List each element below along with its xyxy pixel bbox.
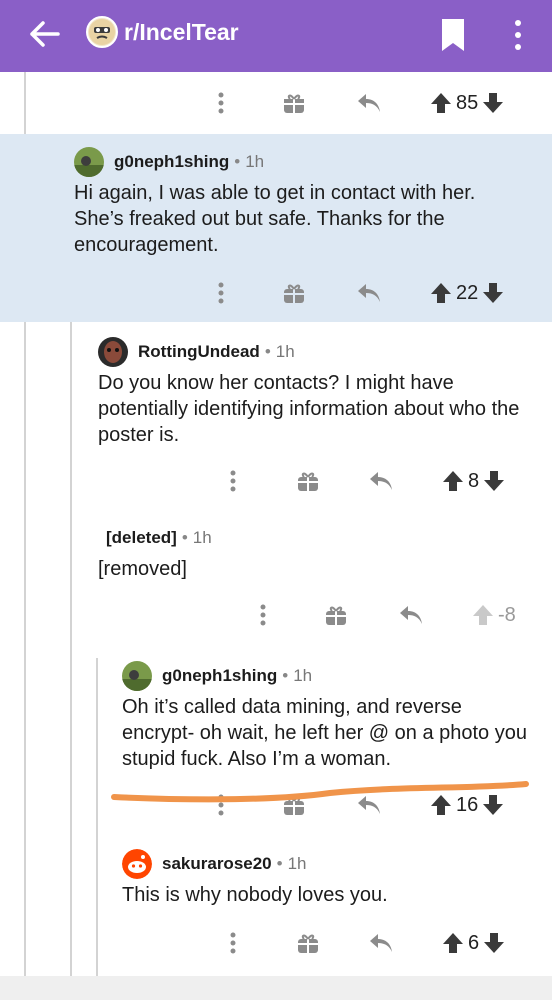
vote-controls: 85 bbox=[430, 88, 504, 118]
separator: • bbox=[234, 152, 241, 171]
avatar[interactable] bbox=[122, 661, 152, 691]
thread-line bbox=[24, 322, 26, 976]
comment-actions: 6 bbox=[0, 928, 552, 958]
gift-icon[interactable] bbox=[296, 466, 320, 496]
username[interactable]: g0neph1shing bbox=[162, 666, 277, 686]
downvote-icon[interactable] bbox=[482, 281, 504, 305]
upvote-icon[interactable] bbox=[430, 793, 452, 817]
comment-header: g0neph1shing • 1h bbox=[122, 660, 312, 692]
vote-score: 16 bbox=[456, 793, 479, 816]
upvote-icon[interactable] bbox=[442, 469, 464, 493]
upvote-icon[interactable] bbox=[430, 281, 452, 305]
comment-actions: 16 bbox=[0, 790, 552, 820]
downvote-icon[interactable] bbox=[483, 469, 505, 493]
comment-body: This is why nobody loves you. bbox=[122, 884, 388, 906]
vote-score: -8 bbox=[498, 603, 516, 626]
vote-score: 6 bbox=[468, 931, 480, 954]
comment-header: g0neph1shing • 1h bbox=[74, 146, 264, 178]
vote-score: 22 bbox=[456, 281, 479, 304]
reply-icon[interactable] bbox=[398, 600, 424, 630]
more-dots-icon[interactable] bbox=[214, 790, 228, 820]
more-dots-icon[interactable] bbox=[256, 600, 270, 630]
comment-body: Hi again, I was able to get in contact w… bbox=[74, 182, 476, 256]
upvote-icon[interactable] bbox=[442, 931, 464, 955]
vote-controls: 16 bbox=[430, 790, 504, 820]
comment-body: [removed] bbox=[98, 558, 187, 580]
comment-actions: -8 bbox=[0, 600, 552, 630]
bookmark-icon[interactable] bbox=[436, 16, 470, 54]
gift-icon[interactable] bbox=[282, 790, 306, 820]
comment-header: [deleted] • 1h bbox=[106, 522, 212, 554]
more-vertical-icon[interactable] bbox=[506, 14, 530, 56]
timestamp: 1h bbox=[245, 152, 265, 171]
more-dots-icon[interactable] bbox=[226, 928, 240, 958]
separator: • bbox=[282, 666, 289, 685]
downvote-icon[interactable] bbox=[482, 91, 504, 115]
downvote-icon[interactable] bbox=[482, 793, 504, 817]
reply-icon[interactable] bbox=[368, 928, 394, 958]
vote-controls: 8 bbox=[442, 466, 505, 496]
reply-icon[interactable] bbox=[356, 278, 382, 308]
vote-controls: 22 bbox=[430, 278, 504, 308]
gift-icon[interactable] bbox=[282, 88, 306, 118]
timestamp: 1h bbox=[293, 666, 313, 685]
app-bar: r/IncelTear bbox=[0, 0, 552, 72]
gift-icon[interactable] bbox=[324, 600, 348, 630]
timestamp: 1h bbox=[275, 342, 295, 361]
comment-body: Oh it’s called data mining, and reverse … bbox=[122, 696, 527, 770]
separator: • bbox=[181, 528, 188, 547]
downvote-icon[interactable] bbox=[483, 931, 505, 955]
more-dots-icon[interactable] bbox=[214, 278, 228, 308]
reply-icon[interactable] bbox=[356, 790, 382, 820]
vote-score: 85 bbox=[456, 91, 479, 114]
username[interactable]: RottingUndead bbox=[138, 342, 260, 362]
username: [deleted] bbox=[106, 528, 177, 547]
bottom-bar bbox=[0, 976, 552, 1000]
upvote-icon[interactable] bbox=[430, 91, 452, 115]
reply-icon[interactable] bbox=[368, 466, 394, 496]
timestamp: 1h bbox=[192, 528, 212, 547]
vote-controls: -8 bbox=[472, 600, 516, 630]
comment-body: Do you know her contacts? I might have p… bbox=[98, 372, 520, 446]
username[interactable]: sakurarose20 bbox=[162, 854, 272, 874]
subreddit-title[interactable]: r/IncelTear bbox=[124, 19, 239, 46]
upvote-icon[interactable] bbox=[472, 603, 494, 627]
timestamp: 1h bbox=[287, 854, 307, 873]
comment-header: sakurarose20 • 1h bbox=[122, 848, 307, 880]
vote-controls: 6 bbox=[442, 928, 505, 958]
separator: • bbox=[264, 342, 271, 361]
separator: • bbox=[276, 854, 283, 873]
thread-line bbox=[70, 322, 72, 976]
avatar[interactable] bbox=[74, 147, 104, 177]
more-dots-icon[interactable] bbox=[214, 88, 228, 118]
more-dots-icon[interactable] bbox=[226, 466, 240, 496]
comment-actions: 85 bbox=[0, 88, 552, 118]
comment-header: RottingUndead • 1h bbox=[98, 336, 295, 368]
avatar[interactable] bbox=[98, 337, 128, 367]
username[interactable]: g0neph1shing bbox=[114, 152, 229, 172]
reply-icon[interactable] bbox=[356, 88, 382, 118]
comment-actions: 22 bbox=[0, 278, 552, 308]
gift-icon[interactable] bbox=[296, 928, 320, 958]
comment-actions: 8 bbox=[0, 466, 552, 496]
subreddit-avatar-icon[interactable] bbox=[86, 16, 118, 48]
avatar[interactable] bbox=[122, 849, 152, 879]
back-arrow-icon[interactable] bbox=[24, 14, 64, 54]
gift-icon[interactable] bbox=[282, 278, 306, 308]
vote-score: 8 bbox=[468, 469, 480, 492]
